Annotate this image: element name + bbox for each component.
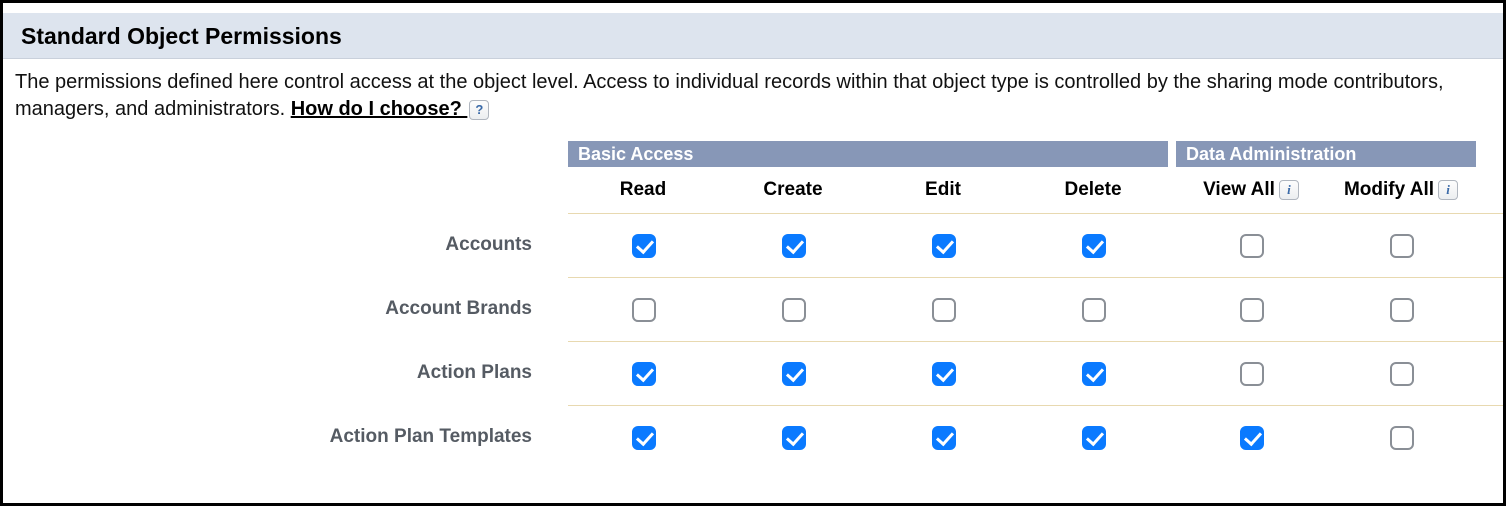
perm-cell-edit — [868, 359, 1018, 389]
perm-checkbox-edit[interactable] — [932, 234, 956, 258]
perm-checkbox-create[interactable] — [782, 234, 806, 258]
row-label: Account Brands — [3, 277, 568, 341]
row-label: Accounts — [3, 213, 568, 277]
table-row — [568, 277, 1503, 341]
perm-checkbox-delete[interactable] — [1082, 234, 1106, 258]
perm-checkbox-delete[interactable] — [1082, 298, 1106, 322]
perm-checkbox-create[interactable] — [782, 426, 806, 450]
column-header-modify-all: Modify All i — [1326, 179, 1476, 201]
perm-cell-delete — [1018, 359, 1168, 389]
column-header-view-all-text: View All — [1203, 179, 1275, 201]
table-row — [568, 213, 1503, 277]
perm-checkbox-edit[interactable] — [932, 298, 956, 322]
group-header-basic: Basic Access — [568, 141, 1168, 167]
perm-checkbox-read[interactable] — [632, 426, 656, 450]
perm-cell-edit — [868, 423, 1018, 453]
group-header-row: Basic Access Data Administration — [568, 141, 1503, 167]
column-header-create: Create — [718, 179, 868, 201]
info-icon[interactable]: i — [1438, 180, 1458, 200]
column-header-modify-all-text: Modify All — [1344, 179, 1434, 201]
perm-cell-delete — [1018, 295, 1168, 325]
row-label: Action Plan Templates — [3, 405, 568, 469]
section-title: Standard Object Permissions — [21, 23, 1485, 50]
permissions-table: AccountsAccount BrandsAction PlansAction… — [3, 129, 1503, 469]
column-header-row: Read Create Edit Delete View All i Modif… — [568, 167, 1503, 213]
help-icon[interactable]: ? — [469, 100, 489, 120]
perm-cell-read — [568, 295, 718, 325]
perm-checkbox-read[interactable] — [632, 362, 656, 386]
perm-cell-view-all — [1176, 359, 1326, 389]
perm-cell-create — [718, 423, 868, 453]
group-header-admin: Data Administration — [1176, 141, 1476, 167]
perm-cell-edit — [868, 231, 1018, 261]
section-description: The permissions defined here control acc… — [3, 59, 1503, 129]
perm-cell-create — [718, 231, 868, 261]
perm-cell-modify-all — [1326, 295, 1476, 325]
perm-checkbox-view-all[interactable] — [1240, 362, 1264, 386]
perm-cell-view-all — [1176, 423, 1326, 453]
perm-checkbox-view-all[interactable] — [1240, 234, 1264, 258]
row-label: Action Plans — [3, 341, 568, 405]
table-row — [568, 341, 1503, 405]
column-header-view-all: View All i — [1176, 179, 1326, 201]
perm-cell-read — [568, 359, 718, 389]
column-header-read: Read — [568, 179, 718, 201]
perm-checkbox-modify-all[interactable] — [1390, 298, 1414, 322]
table-row — [568, 405, 1503, 469]
perm-checkbox-create[interactable] — [782, 362, 806, 386]
perm-checkbox-delete[interactable] — [1082, 362, 1106, 386]
description-text: The permissions defined here control acc… — [15, 71, 1444, 120]
info-icon[interactable]: i — [1279, 180, 1299, 200]
column-header-edit: Edit — [868, 179, 1018, 201]
perm-cell-delete — [1018, 423, 1168, 453]
perm-cell-read — [568, 231, 718, 261]
perm-cell-delete — [1018, 231, 1168, 261]
section-header: Standard Object Permissions — [3, 13, 1503, 59]
perm-checkbox-delete[interactable] — [1082, 426, 1106, 450]
perm-cell-edit — [868, 295, 1018, 325]
perm-checkbox-read[interactable] — [632, 298, 656, 322]
perm-checkbox-view-all[interactable] — [1240, 298, 1264, 322]
perm-cell-create — [718, 295, 868, 325]
perm-cell-modify-all — [1326, 231, 1476, 261]
perm-cell-read — [568, 423, 718, 453]
perm-checkbox-modify-all[interactable] — [1390, 234, 1414, 258]
perm-cell-modify-all — [1326, 359, 1476, 389]
perm-checkbox-edit[interactable] — [932, 426, 956, 450]
perm-checkbox-view-all[interactable] — [1240, 426, 1264, 450]
perm-checkbox-modify-all[interactable] — [1390, 362, 1414, 386]
perm-cell-view-all — [1176, 231, 1326, 261]
column-header-delete: Delete — [1018, 179, 1168, 201]
perm-checkbox-create[interactable] — [782, 298, 806, 322]
how-do-i-choose-link[interactable]: How do I choose? — [291, 98, 468, 120]
perm-checkbox-modify-all[interactable] — [1390, 426, 1414, 450]
perm-checkbox-read[interactable] — [632, 234, 656, 258]
perm-cell-modify-all — [1326, 423, 1476, 453]
perm-cell-create — [718, 359, 868, 389]
perm-checkbox-edit[interactable] — [932, 362, 956, 386]
perm-cell-view-all — [1176, 295, 1326, 325]
row-labels-column: AccountsAccount BrandsAction PlansAction… — [3, 141, 568, 469]
permissions-grid: Basic Access Data Administration Read Cr… — [568, 141, 1503, 469]
